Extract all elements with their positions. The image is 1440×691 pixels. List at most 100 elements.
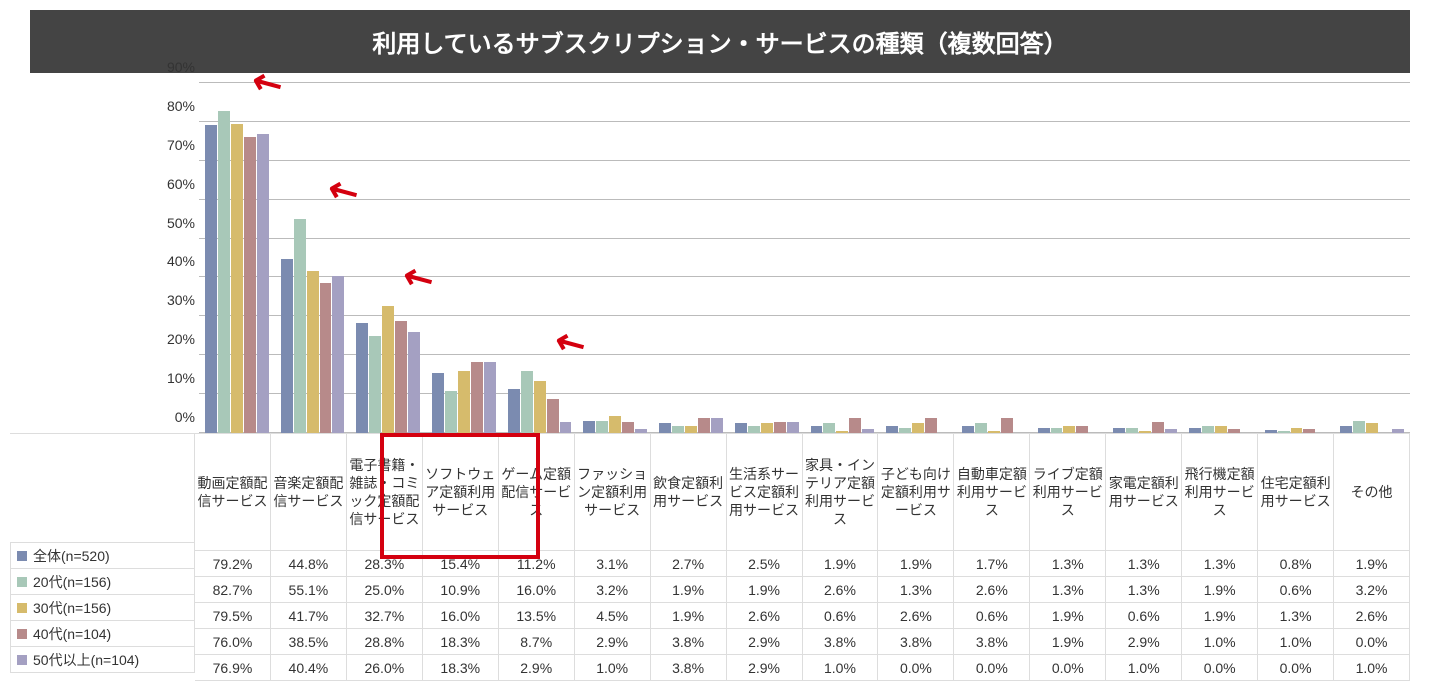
legend-label: 50代以上(n=104) (33, 650, 139, 670)
bar (1340, 426, 1352, 433)
series-legend-row: 40代(n=104) (10, 621, 195, 647)
data-cell: 2.9% (499, 655, 575, 681)
data-cell: 1.3% (1030, 577, 1106, 603)
data-cell: 0.6% (803, 603, 879, 629)
bar (320, 283, 332, 433)
data-cell: 1.9% (1030, 629, 1106, 655)
chart-plot-area: ↖↖↖↖ (199, 83, 1410, 433)
bar (458, 371, 470, 433)
bar (218, 111, 230, 433)
data-cell: 32.7% (347, 603, 423, 629)
data-cell: 3.1% (575, 551, 651, 577)
data-cell: 13.5% (499, 603, 575, 629)
data-cell: 11.2% (499, 551, 575, 577)
data-cell: 3.8% (651, 655, 727, 681)
category-header: ゲーム定額配信サービス (499, 433, 575, 551)
category-header: 家電定額利用サービス (1106, 433, 1182, 551)
data-cell: 76.9% (195, 655, 271, 681)
data-cell: 15.4% (423, 551, 499, 577)
category-header: ファッション定額利用サービス (575, 433, 651, 551)
data-cell: 3.2% (1334, 577, 1410, 603)
data-cell: 8.7% (499, 629, 575, 655)
data-cell: 1.3% (878, 577, 954, 603)
data-cell: 1.9% (1334, 551, 1410, 577)
data-cell: 2.9% (727, 655, 803, 681)
bar (231, 124, 243, 433)
bar (975, 423, 987, 433)
category-header: 子ども向け定額利用サービス (878, 433, 954, 551)
data-cell: 1.9% (727, 577, 803, 603)
data-cell: 0.6% (1106, 603, 1182, 629)
data-cell: 79.5% (195, 603, 271, 629)
bar (811, 426, 823, 433)
bar (1001, 418, 1013, 433)
data-cell: 0.0% (1030, 655, 1106, 681)
data-cell: 10.9% (423, 577, 499, 603)
category-header: 音楽定額配信サービス (271, 433, 347, 551)
series-legend-row: 50代以上(n=104) (10, 647, 195, 673)
data-cell: 2.6% (803, 577, 879, 603)
data-cell: 2.9% (575, 629, 651, 655)
y-tick-label: 0% (175, 409, 195, 425)
category-header: 家具・インテリア定額利用サービス (803, 433, 879, 551)
legend-swatch (17, 655, 27, 665)
bar (1202, 426, 1214, 433)
bar (583, 421, 595, 433)
chart-title: 利用しているサブスクリプション・サービスの種類（複数回答） (30, 10, 1410, 73)
y-axis-labels: 0%10%20%30%40%50%60%70%80%90% (10, 83, 199, 433)
y-tick-label: 90% (167, 59, 195, 75)
data-cell: 1.9% (1182, 603, 1258, 629)
data-cell: 55.1% (271, 577, 347, 603)
bar (369, 336, 381, 433)
data-cell: 3.2% (575, 577, 651, 603)
bar (1063, 426, 1075, 433)
data-cell: 16.0% (499, 577, 575, 603)
bar (471, 362, 483, 433)
bar (382, 306, 394, 433)
bar (332, 276, 344, 433)
legend-label: 30代(n=156) (33, 598, 111, 618)
data-cell: 1.0% (1182, 629, 1258, 655)
y-tick-label: 10% (167, 370, 195, 386)
bar (1366, 423, 1378, 433)
bar (205, 125, 217, 433)
y-tick-label: 80% (167, 98, 195, 114)
data-cell: 1.9% (1182, 577, 1258, 603)
bar (912, 423, 924, 433)
bar (761, 423, 773, 433)
data-cell: 38.5% (271, 629, 347, 655)
data-cell: 2.5% (727, 551, 803, 577)
data-cell: 0.8% (1258, 551, 1334, 577)
data-cell: 1.0% (1258, 629, 1334, 655)
bar (748, 426, 760, 433)
bar (484, 362, 496, 433)
bar (1152, 422, 1164, 433)
data-cell: 0.0% (954, 655, 1030, 681)
bar (294, 219, 306, 433)
bar (534, 381, 546, 434)
data-cell: 1.3% (1030, 551, 1106, 577)
data-cell: 40.4% (271, 655, 347, 681)
bar (356, 323, 368, 433)
bar (408, 332, 420, 433)
bar (560, 422, 572, 433)
data-cell: 44.8% (271, 551, 347, 577)
y-tick-label: 60% (167, 176, 195, 192)
data-cell: 1.0% (1334, 655, 1410, 681)
data-cell: 76.0% (195, 629, 271, 655)
data-cell: 4.5% (575, 603, 651, 629)
data-cell: 18.3% (423, 655, 499, 681)
data-cell: 2.6% (1334, 603, 1410, 629)
category-header: ソフトウェア定額利用サービス (423, 433, 499, 551)
y-tick-label: 70% (167, 137, 195, 153)
bar (823, 423, 835, 433)
bar (596, 421, 608, 433)
category-header: 自動車定額利用サービス (954, 433, 1030, 551)
data-cell: 2.6% (954, 577, 1030, 603)
category-header: 生活系サービス定額利用サービス (727, 433, 803, 551)
data-cell: 2.9% (1106, 629, 1182, 655)
category-header: 電子書籍・雑誌・コミック定額配信サービス (347, 433, 423, 551)
bar (659, 423, 671, 434)
data-cell: 0.0% (1334, 629, 1410, 655)
legend-swatch (17, 629, 27, 639)
